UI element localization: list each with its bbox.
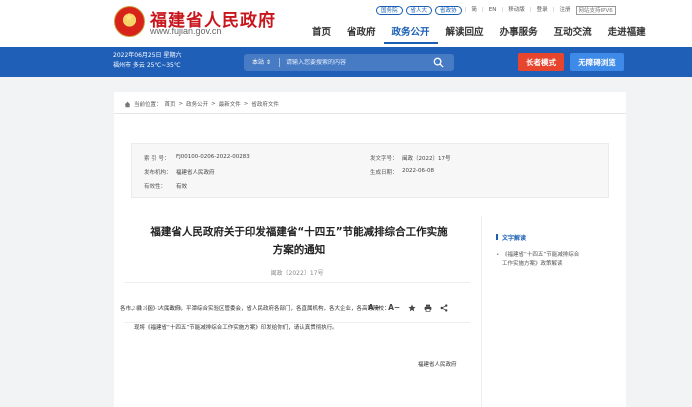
meta-validity-value: 有效 xyxy=(176,184,188,190)
nav-services[interactable]: 办事服务 xyxy=(492,24,546,44)
nav-interpretation[interactable]: 解读回应 xyxy=(438,24,492,44)
search-scope-select[interactable]: 本站 ⇕ xyxy=(244,58,280,67)
search-icon[interactable] xyxy=(433,57,444,68)
article-doc-number: 闽政〔2022〕17号 xyxy=(270,270,324,277)
divider: | xyxy=(464,7,467,13)
link-provincial-cppcc[interactable]: 省政协 xyxy=(435,5,462,15)
breadcrumb-label: 当前位置： xyxy=(134,102,162,108)
nav-home[interactable]: 首页 xyxy=(304,24,339,44)
divider: | xyxy=(529,7,532,13)
weather: 福州市 多云 25℃~35℃ xyxy=(113,62,181,69)
main-nav: 首页 省政府 政务公开 解读回应 办事服务 互动交流 走进福建 xyxy=(304,24,654,44)
breadcrumb: 当前位置： 首页 > 政务公开 > 最新文件 > 省政府文件 xyxy=(124,100,279,108)
sidebar-link-line2: 工作实施方案》政策解读 xyxy=(502,261,563,267)
search-bar: 本站 ⇕ xyxy=(244,54,454,71)
share-icon[interactable] xyxy=(440,303,448,312)
breadcrumb-sep: > xyxy=(211,101,216,107)
link-mobile[interactable]: 移动版 xyxy=(506,6,527,15)
site-url: www.fujian.gov.cn xyxy=(150,26,222,36)
nav-government-affairs[interactable]: 政务公开 xyxy=(383,24,438,44)
divider xyxy=(114,113,626,114)
nav-interaction[interactable]: 互动交流 xyxy=(546,24,600,44)
nav-about-fujian[interactable]: 走进福建 xyxy=(600,24,654,44)
article-paragraph-1: 各市、县（区）人民政府，平潭综合实验区管委会，省人民政府各部门，各直属机构，各大… xyxy=(120,306,390,312)
link-state-council[interactable]: 国务院 xyxy=(376,5,403,15)
breadcrumb-sep: > xyxy=(243,101,249,107)
current-date: 2022年06月25日 星期六 xyxy=(113,52,182,59)
date-weather: 2022年06月25日 星期六 福州市 多云 25℃~35℃ xyxy=(113,51,181,71)
divider: | xyxy=(481,7,484,13)
sidebar-link-line1: 《福建省“十四五”节能减排综合 xyxy=(502,252,580,258)
meta-date-key: 生成日期： xyxy=(370,170,398,176)
divider xyxy=(124,282,470,283)
link-simplified[interactable]: 简 xyxy=(469,6,479,15)
breadcrumb-home[interactable]: 首页 xyxy=(165,100,176,108)
article-paragraph-2: 现将《福建省“十四五”节能减排综合工作实施方案》印发给你们，请认真贯彻执行。 xyxy=(134,325,338,331)
article-title: 福建省人民政府关于印发福建省“十四五”节能减排综合工作实施 方案的通知 xyxy=(138,223,460,259)
site-header: 福建省人民政府 www.fujian.gov.cn 国务院 省人大 省政协 | … xyxy=(0,0,692,47)
breadcrumb-sep: > xyxy=(178,101,184,107)
link-login[interactable]: 登录 xyxy=(535,6,550,15)
sidebar: 文字解读 《福建省“十四五”节能减排综合 工作实施方案》政策解读 xyxy=(496,233,616,269)
star-icon[interactable] xyxy=(408,303,416,312)
sidebar-link-interpretation[interactable]: 《福建省“十四五”节能减排综合 工作实施方案》政策解读 xyxy=(496,251,616,269)
top-links: 国务院 省人大 省政协 | 简 | EN | 移动版 | 登录 | 注册 网站支… xyxy=(376,5,616,15)
link-register[interactable]: 注册 xyxy=(557,6,572,15)
ipv6-badge: 网站支持IPV6 xyxy=(575,5,616,15)
meta-docno-key: 发文字号： xyxy=(370,156,398,162)
meta-index-value: FJ00100-0206-2022-00283 xyxy=(176,154,250,160)
meta-issuer-key: 发布机构： xyxy=(144,170,172,176)
meta-index-key: 索 引 号： xyxy=(144,156,170,162)
meta-date-value: 2022-06-08 xyxy=(402,168,434,174)
content-panel: 当前位置： 首页 > 政务公开 > 最新文件 > 省政府文件 索 引 号： FJ… xyxy=(114,92,626,407)
blue-banner: 2022年06月25日 星期六 福州市 多云 25℃~35℃ 本站 ⇕ 长者模式… xyxy=(0,47,692,77)
breadcrumb-affairs[interactable]: 政务公开 xyxy=(186,100,208,108)
breadcrumb-latest[interactable]: 最新文件 xyxy=(219,100,241,108)
breadcrumb-gov-docs[interactable]: 省政府文件 xyxy=(251,100,279,108)
nav-government[interactable]: 省政府 xyxy=(339,24,384,44)
divider: | xyxy=(501,7,504,13)
link-english[interactable]: EN xyxy=(487,6,499,15)
meta-docno-value: 闽政〔2022〕17号 xyxy=(402,156,451,162)
national-emblem-logo[interactable] xyxy=(114,6,145,37)
meta-issuer-value: 福建省人民政府 xyxy=(176,170,215,176)
search-input[interactable] xyxy=(279,59,430,66)
link-provincial-congress[interactable]: 省人大 xyxy=(405,5,433,15)
article-signature: 福建省人民政府 xyxy=(418,362,457,368)
accessible-browsing-button[interactable]: 无障碍浏览 xyxy=(570,53,624,71)
sidebar-title: 文字解读 xyxy=(496,233,616,242)
divider xyxy=(481,216,482,407)
home-icon xyxy=(124,101,131,107)
meta-validity-key: 有效性： xyxy=(144,184,167,190)
divider: | xyxy=(552,7,555,13)
article-title-line1: 福建省人民政府关于印发福建省“十四五”节能减排综合工作实施 xyxy=(150,226,448,238)
document-meta: 索 引 号： FJ00100-0206-2022-00283 发文字号： 闽政〔… xyxy=(131,143,609,198)
article-title-line2: 方案的通知 xyxy=(272,244,326,256)
print-icon[interactable] xyxy=(424,304,432,312)
elder-mode-button[interactable]: 长者模式 xyxy=(518,53,564,71)
